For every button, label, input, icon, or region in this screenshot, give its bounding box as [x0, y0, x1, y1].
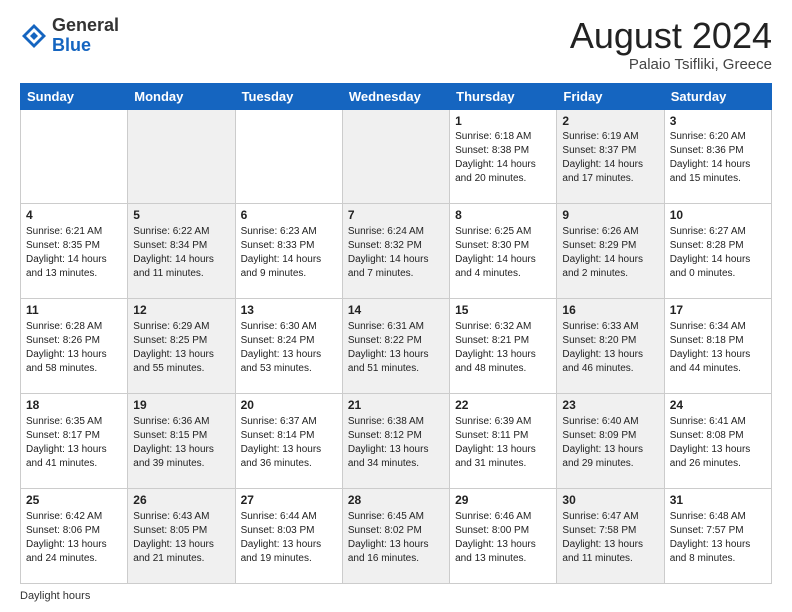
day-number: 5 — [133, 207, 229, 224]
calendar-cell: 23Sunrise: 6:40 AMSunset: 8:09 PMDayligh… — [557, 394, 664, 489]
calendar-cell: 18Sunrise: 6:35 AMSunset: 8:17 PMDayligh… — [21, 394, 128, 489]
day-number: 18 — [26, 397, 122, 414]
logo-icon — [20, 22, 48, 50]
day-number: 1 — [455, 113, 551, 130]
day-number: 23 — [562, 397, 658, 414]
daylight-label: Daylight hours — [20, 590, 90, 602]
calendar-table: SundayMondayTuesdayWednesdayThursdayFrid… — [20, 83, 772, 584]
logo: General Blue — [20, 16, 119, 56]
calendar-cell — [21, 109, 128, 204]
day-number: 26 — [133, 492, 229, 509]
logo-blue: Blue — [52, 35, 91, 55]
calendar-cell: 10Sunrise: 6:27 AMSunset: 8:28 PMDayligh… — [664, 204, 771, 299]
calendar-cell: 16Sunrise: 6:33 AMSunset: 8:20 PMDayligh… — [557, 299, 664, 394]
calendar-cell: 26Sunrise: 6:43 AMSunset: 8:05 PMDayligh… — [128, 489, 235, 584]
day-number: 29 — [455, 492, 551, 509]
calendar-cell: 13Sunrise: 6:30 AMSunset: 8:24 PMDayligh… — [235, 299, 342, 394]
calendar-cell: 25Sunrise: 6:42 AMSunset: 8:06 PMDayligh… — [21, 489, 128, 584]
day-number: 9 — [562, 207, 658, 224]
day-number: 28 — [348, 492, 444, 509]
footer: Daylight hours — [20, 590, 772, 602]
day-number: 30 — [562, 492, 658, 509]
calendar-cell: 5Sunrise: 6:22 AMSunset: 8:34 PMDaylight… — [128, 204, 235, 299]
calendar-cell: 31Sunrise: 6:48 AMSunset: 7:57 PMDayligh… — [664, 489, 771, 584]
calendar-week-2: 4Sunrise: 6:21 AMSunset: 8:35 PMDaylight… — [21, 204, 772, 299]
calendar-cell: 2Sunrise: 6:19 AMSunset: 8:37 PMDaylight… — [557, 109, 664, 204]
column-header-thursday: Thursday — [450, 83, 557, 109]
calendar-cell: 1Sunrise: 6:18 AMSunset: 8:38 PMDaylight… — [450, 109, 557, 204]
day-number: 15 — [455, 302, 551, 319]
calendar-cell: 8Sunrise: 6:25 AMSunset: 8:30 PMDaylight… — [450, 204, 557, 299]
column-header-wednesday: Wednesday — [342, 83, 449, 109]
column-header-friday: Friday — [557, 83, 664, 109]
calendar-cell: 22Sunrise: 6:39 AMSunset: 8:11 PMDayligh… — [450, 394, 557, 489]
calendar-cell: 11Sunrise: 6:28 AMSunset: 8:26 PMDayligh… — [21, 299, 128, 394]
calendar-cell: 3Sunrise: 6:20 AMSunset: 8:36 PMDaylight… — [664, 109, 771, 204]
day-number: 6 — [241, 207, 337, 224]
calendar-week-1: 1Sunrise: 6:18 AMSunset: 8:38 PMDaylight… — [21, 109, 772, 204]
day-number: 2 — [562, 113, 658, 130]
calendar-cell — [342, 109, 449, 204]
calendar-cell: 21Sunrise: 6:38 AMSunset: 8:12 PMDayligh… — [342, 394, 449, 489]
calendar-cell — [235, 109, 342, 204]
calendar-cell: 12Sunrise: 6:29 AMSunset: 8:25 PMDayligh… — [128, 299, 235, 394]
page: General Blue August 2024 Palaio Tsifliki… — [0, 0, 792, 612]
day-number: 11 — [26, 302, 122, 319]
day-number: 19 — [133, 397, 229, 414]
day-number: 14 — [348, 302, 444, 319]
day-number: 20 — [241, 397, 337, 414]
day-number: 8 — [455, 207, 551, 224]
day-number: 16 — [562, 302, 658, 319]
day-number: 13 — [241, 302, 337, 319]
day-number: 21 — [348, 397, 444, 414]
day-number: 31 — [670, 492, 766, 509]
day-number: 3 — [670, 113, 766, 130]
calendar-cell: 14Sunrise: 6:31 AMSunset: 8:22 PMDayligh… — [342, 299, 449, 394]
calendar-cell: 4Sunrise: 6:21 AMSunset: 8:35 PMDaylight… — [21, 204, 128, 299]
day-number: 12 — [133, 302, 229, 319]
column-header-tuesday: Tuesday — [235, 83, 342, 109]
day-number: 25 — [26, 492, 122, 509]
calendar-week-4: 18Sunrise: 6:35 AMSunset: 8:17 PMDayligh… — [21, 394, 772, 489]
day-number: 22 — [455, 397, 551, 414]
calendar-week-5: 25Sunrise: 6:42 AMSunset: 8:06 PMDayligh… — [21, 489, 772, 584]
calendar-cell: 7Sunrise: 6:24 AMSunset: 8:32 PMDaylight… — [342, 204, 449, 299]
day-number: 4 — [26, 207, 122, 224]
day-number: 24 — [670, 397, 766, 414]
title-block: August 2024 Palaio Tsifliki, Greece — [570, 16, 772, 73]
logo-text: General Blue — [52, 16, 119, 56]
location: Palaio Tsifliki, Greece — [570, 56, 772, 73]
calendar-cell: 17Sunrise: 6:34 AMSunset: 8:18 PMDayligh… — [664, 299, 771, 394]
calendar-cell: 29Sunrise: 6:46 AMSunset: 8:00 PMDayligh… — [450, 489, 557, 584]
day-number: 10 — [670, 207, 766, 224]
month-title: August 2024 — [570, 16, 772, 56]
header: General Blue August 2024 Palaio Tsifliki… — [20, 16, 772, 73]
calendar-cell: 19Sunrise: 6:36 AMSunset: 8:15 PMDayligh… — [128, 394, 235, 489]
calendar-week-3: 11Sunrise: 6:28 AMSunset: 8:26 PMDayligh… — [21, 299, 772, 394]
logo-general: General — [52, 15, 119, 35]
day-number: 17 — [670, 302, 766, 319]
column-header-sunday: Sunday — [21, 83, 128, 109]
calendar-cell: 9Sunrise: 6:26 AMSunset: 8:29 PMDaylight… — [557, 204, 664, 299]
calendar-cell: 30Sunrise: 6:47 AMSunset: 7:58 PMDayligh… — [557, 489, 664, 584]
column-header-monday: Monday — [128, 83, 235, 109]
calendar-cell: 27Sunrise: 6:44 AMSunset: 8:03 PMDayligh… — [235, 489, 342, 584]
calendar-cell: 20Sunrise: 6:37 AMSunset: 8:14 PMDayligh… — [235, 394, 342, 489]
calendar-cell — [128, 109, 235, 204]
calendar-cell: 15Sunrise: 6:32 AMSunset: 8:21 PMDayligh… — [450, 299, 557, 394]
calendar-header-row: SundayMondayTuesdayWednesdayThursdayFrid… — [21, 83, 772, 109]
column-header-saturday: Saturday — [664, 83, 771, 109]
calendar-cell: 24Sunrise: 6:41 AMSunset: 8:08 PMDayligh… — [664, 394, 771, 489]
day-number: 7 — [348, 207, 444, 224]
calendar-cell: 28Sunrise: 6:45 AMSunset: 8:02 PMDayligh… — [342, 489, 449, 584]
calendar-cell: 6Sunrise: 6:23 AMSunset: 8:33 PMDaylight… — [235, 204, 342, 299]
day-number: 27 — [241, 492, 337, 509]
